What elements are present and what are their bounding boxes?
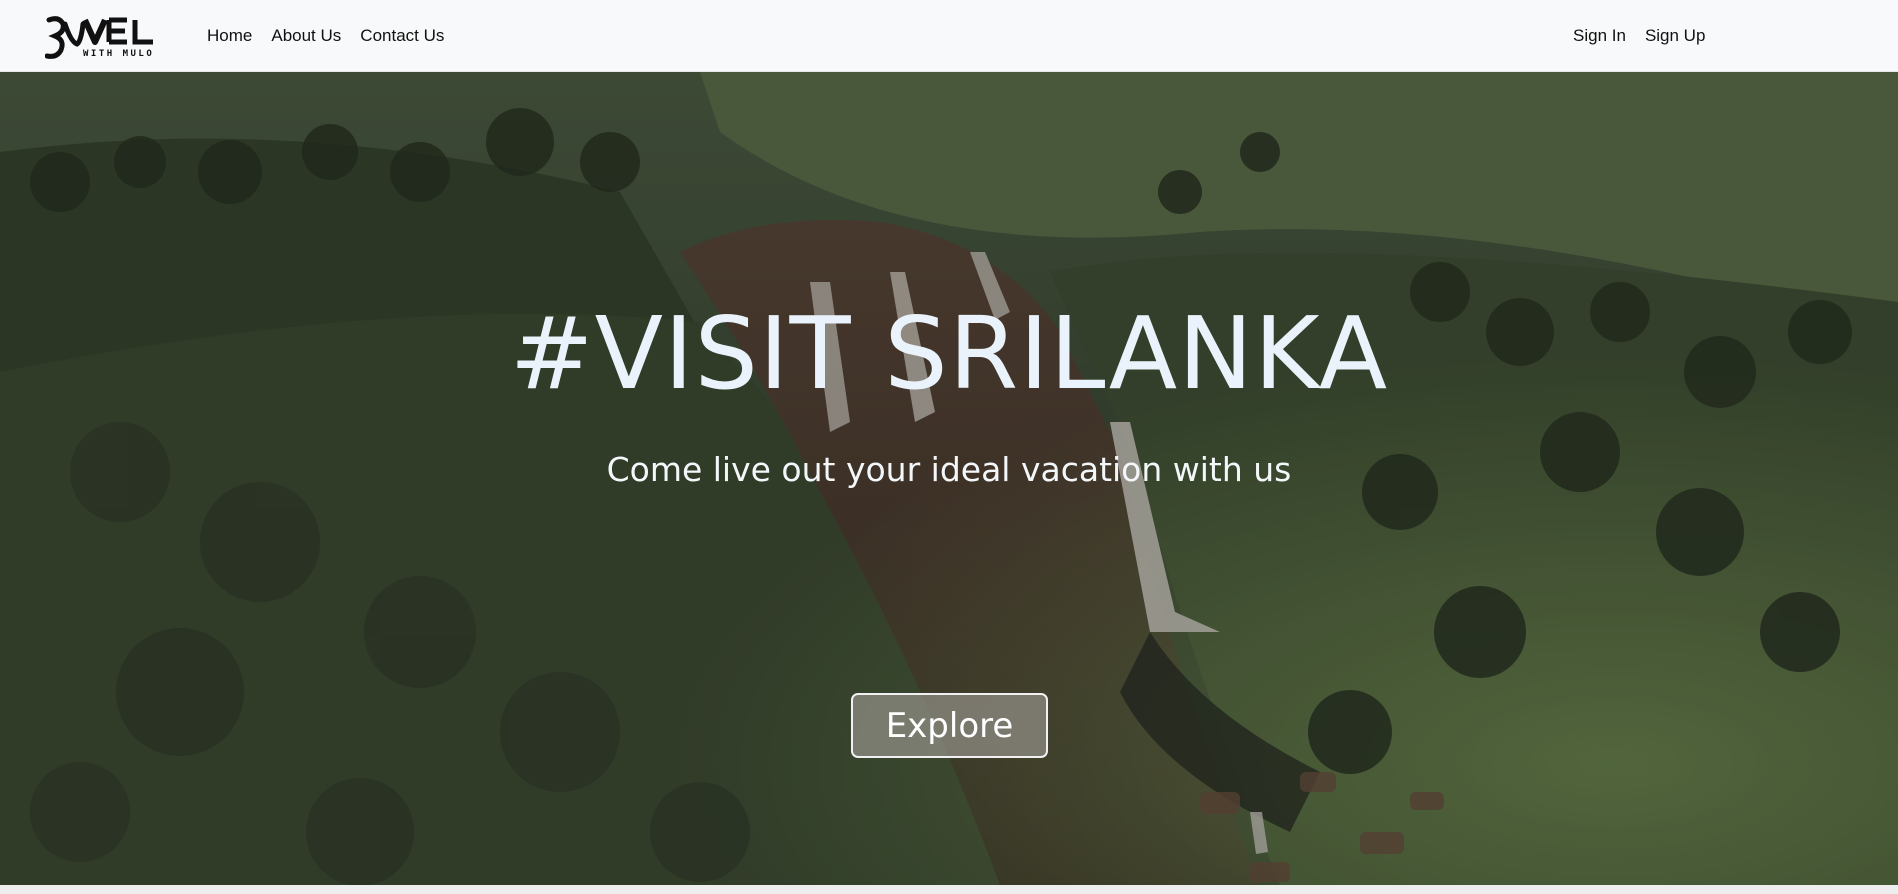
brand-logo[interactable]: WITH MULO: [44, 14, 170, 60]
brand-logo-icon: WITH MULO: [44, 16, 154, 59]
nav-about-link[interactable]: About Us: [271, 26, 341, 46]
hero-subtitle: Come live out your ideal vacation with u…: [606, 450, 1292, 489]
sign-in-link[interactable]: Sign In: [1573, 26, 1626, 46]
primary-nav: Home About Us Contact Us: [207, 0, 444, 72]
hero-title: #VISIT SRILANKA: [509, 295, 1389, 412]
top-navbar: WITH MULO Home About Us Contact Us Sign …: [0, 0, 1898, 72]
nav-contact-link[interactable]: Contact Us: [360, 26, 444, 46]
page-bottom-edge: [0, 885, 1898, 894]
nav-home-link[interactable]: Home: [207, 26, 252, 46]
auth-nav: Sign In Sign Up: [1573, 0, 1705, 72]
sign-up-link[interactable]: Sign Up: [1645, 26, 1705, 46]
svg-text:WITH MULO: WITH MULO: [83, 49, 154, 59]
explore-button[interactable]: Explore: [851, 693, 1048, 758]
hero-section: #VISIT SRILANKA Come live out your ideal…: [0, 72, 1898, 885]
